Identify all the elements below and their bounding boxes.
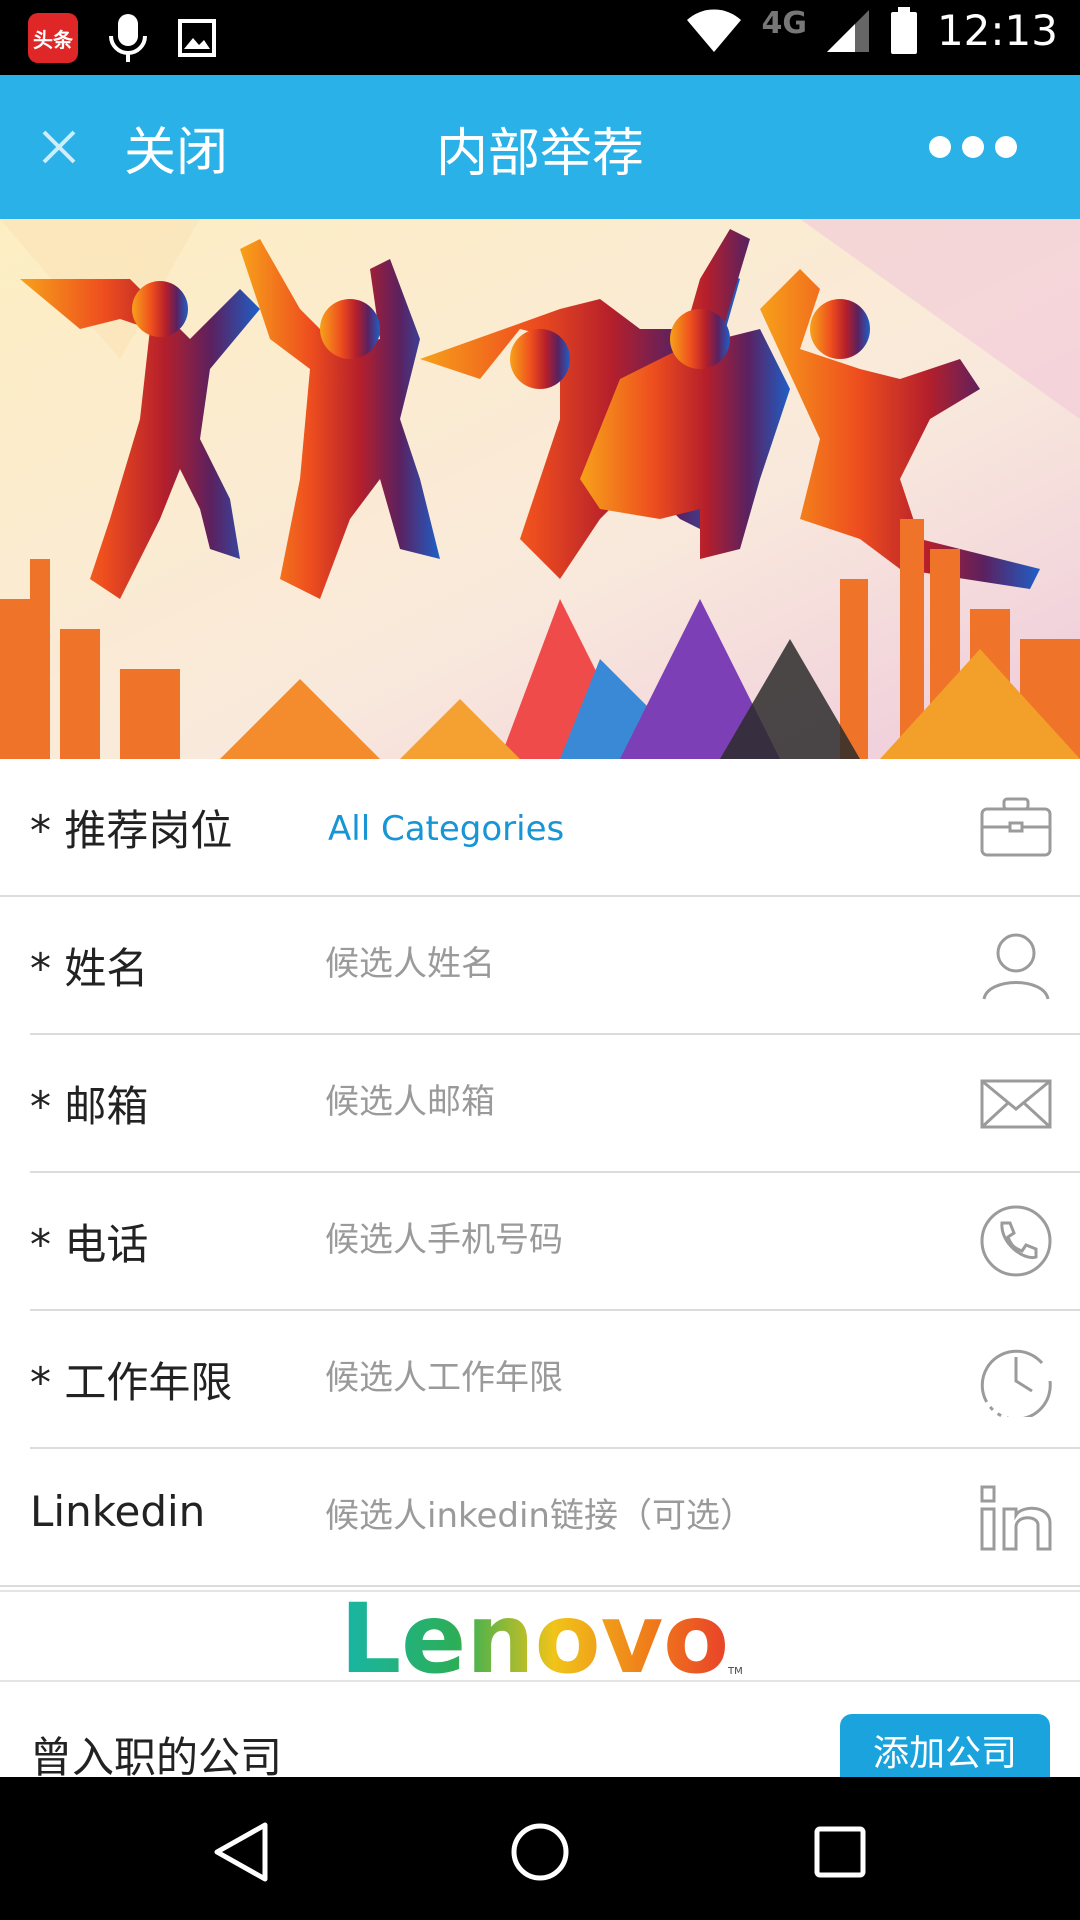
form-row-email: * 邮箱 (0, 1035, 1080, 1173)
email-input[interactable] (325, 1067, 945, 1137)
experience-input[interactable] (325, 1343, 945, 1413)
email-label: * 邮箱 (30, 1082, 149, 1131)
position-select[interactable]: All Categories (328, 809, 564, 849)
form-row-phone: * 电话 (0, 1173, 1080, 1311)
android-nav-bar (0, 1777, 1080, 1920)
microphone-icon (109, 14, 147, 62)
name-input[interactable] (325, 929, 945, 999)
envelope-icon (980, 1079, 1052, 1129)
referral-form: * 推荐岗位 All Categories * 姓名 * 邮箱 * 电话 (0, 759, 1080, 1587)
lenovo-logo-area: Lenovo TM (0, 1583, 1080, 1695)
status-left-icons: 头条 (28, 12, 216, 64)
lenovo-logo-text: Lenovo (340, 1592, 729, 1680)
previous-companies-row: 曾入职的公司 添加公司 (0, 1682, 1080, 1777)
linkedin-label: Linkedin (30, 1487, 206, 1536)
linkedin-input[interactable] (325, 1481, 945, 1551)
back-triangle-icon[interactable] (205, 1817, 275, 1887)
phone-label: * 电话 (30, 1220, 149, 1269)
network-type-label: 4G (761, 6, 807, 41)
form-row-experience: * 工作年限 (0, 1311, 1080, 1449)
status-right-icons: 4G 12:13 (685, 6, 1058, 55)
clock-icon (980, 1349, 1052, 1417)
row-divider (0, 1585, 1080, 1587)
close-icon (42, 130, 76, 164)
previous-companies-label: 曾入职的公司 (30, 1733, 283, 1777)
add-company-button[interactable]: 添加公司 (840, 1714, 1050, 1777)
home-circle-icon[interactable] (505, 1817, 575, 1887)
position-label: * 推荐岗位 (30, 806, 233, 855)
image-icon (178, 19, 216, 57)
lenovo-logo: Lenovo TM (340, 1583, 743, 1695)
signal-icon (826, 9, 869, 52)
jumping-people-banner-image (0, 219, 1080, 759)
toutiao-app-icon: 头条 (28, 13, 78, 63)
recents-square-icon[interactable] (805, 1817, 875, 1887)
trademark-mark: TM (727, 1666, 743, 1677)
status-bar: 头条 4G 12:13 (0, 0, 1080, 75)
phone-icon (980, 1205, 1052, 1277)
more-dots-icon[interactable] (918, 127, 1028, 167)
close-button[interactable]: 关闭 (34, 111, 228, 183)
person-icon (982, 933, 1050, 1000)
app-header: 关闭 内部举荐 (0, 75, 1080, 219)
briefcase-icon (980, 797, 1052, 857)
form-row-name: * 姓名 (0, 897, 1080, 1035)
battery-icon (890, 6, 917, 54)
wifi-icon (687, 9, 742, 52)
linkedin-icon (980, 1485, 1052, 1551)
form-row-position[interactable]: * 推荐岗位 All Categories (0, 759, 1080, 897)
name-label: * 姓名 (30, 944, 149, 993)
phone-input[interactable] (325, 1205, 945, 1275)
experience-label: * 工作年限 (30, 1358, 233, 1407)
close-label: 关闭 (124, 122, 229, 183)
form-row-linkedin: Linkedin (0, 1449, 1080, 1587)
status-clock: 12:13 (936, 6, 1058, 55)
